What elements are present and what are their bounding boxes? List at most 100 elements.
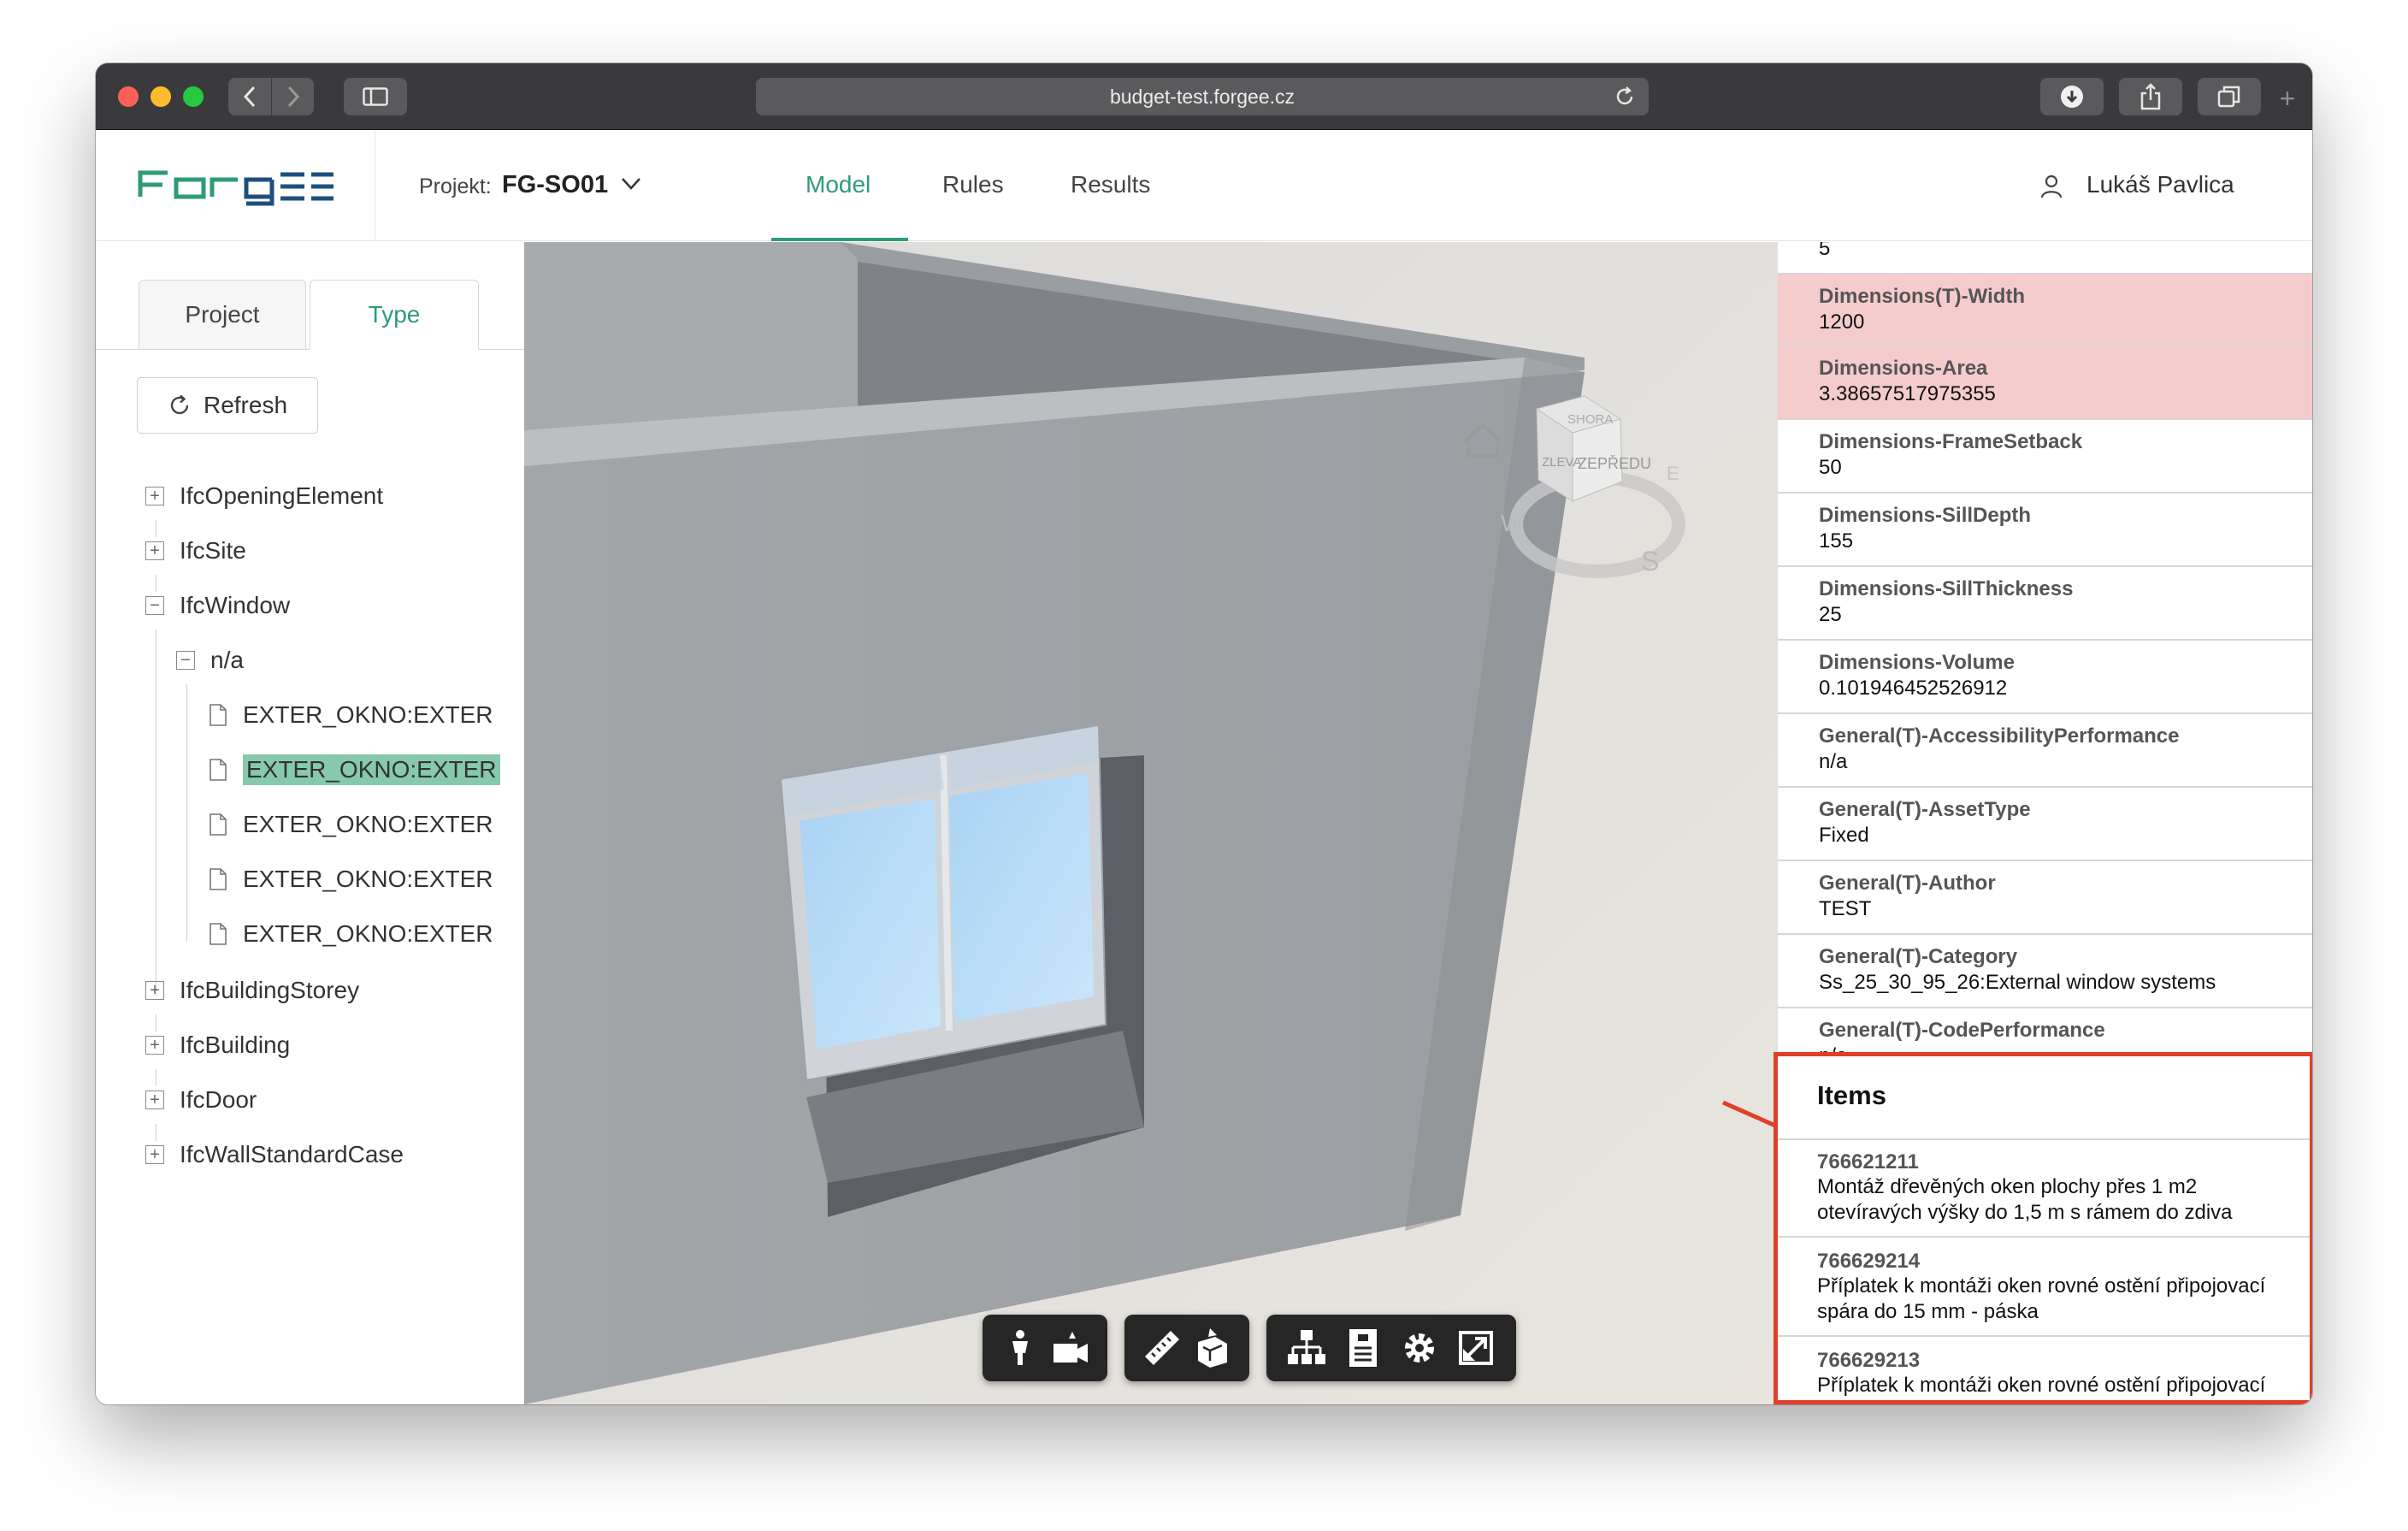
chevron-left-icon <box>243 86 256 108</box>
section-button[interactable] <box>1189 1325 1236 1371</box>
nav-tab-model[interactable]: Model <box>806 171 871 198</box>
tree-node-ifcopeningelement[interactable]: + IfcOpeningElement <box>145 477 383 515</box>
fullscreen-icon <box>1459 1331 1493 1365</box>
close-window-button[interactable] <box>118 86 139 107</box>
nav-tab-rules[interactable]: Rules <box>942 171 1004 198</box>
view-cube-top-label: SHORA <box>1567 412 1613 427</box>
property-value: n/a <box>1819 750 1848 773</box>
property-row-area: Dimensions-Area 3.38657517975355 <box>1778 346 2312 420</box>
share-button[interactable] <box>2119 78 2182 115</box>
model-browser-button[interactable] <box>1284 1325 1330 1371</box>
zoom-window-button[interactable] <box>183 86 204 107</box>
properties-icon <box>1349 1329 1377 1367</box>
tree-node-label: IfcBuilding <box>180 1032 291 1058</box>
tree-node-ifcbuilding[interactable]: + IfcBuilding <box>145 1026 290 1064</box>
model-browser-icon <box>1288 1330 1325 1364</box>
tree-leaf-exter-okno-5[interactable]: EXTER_OKNO:EXTER <box>209 915 493 953</box>
history-nav <box>228 78 314 115</box>
property-value: 0.101946452526912 <box>1819 677 2008 700</box>
fullscreen-button[interactable] <box>1453 1325 1499 1371</box>
refresh-icon <box>170 394 189 415</box>
address-bar[interactable]: budget-test.forgee.cz <box>756 78 1649 115</box>
forgee-logo[interactable] <box>137 168 335 211</box>
tab-project[interactable]: Project <box>139 280 306 350</box>
settings-button[interactable] <box>1396 1325 1443 1371</box>
new-tab-button[interactable]: + <box>2275 85 2300 112</box>
expand-icon[interactable]: + <box>145 541 164 560</box>
measure-button[interactable] <box>1139 1325 1185 1371</box>
sidebar-toggle-button[interactable] <box>344 78 407 115</box>
tree-leaf-exter-okno-2[interactable]: EXTER_OKNO:EXTER <box>209 751 500 789</box>
property-name: General(T)-Author <box>1819 872 1996 895</box>
property-row-sillthickness: Dimensions-SillThickness 25 <box>1778 567 2312 641</box>
item-code: 766621211 <box>1817 1150 1919 1173</box>
property-row-accessibility: General(T)-AccessibilityPerformance n/a <box>1778 714 2312 788</box>
tree-leaf-exter-okno-1[interactable]: EXTER_OKNO:EXTER <box>209 696 493 734</box>
user-menu[interactable]: Lukáš Pavlica <box>2086 171 2234 198</box>
tree-node-label: IfcWindow <box>180 592 291 618</box>
property-value: 3.38657517975355 <box>1819 382 1996 405</box>
tree-node-label: IfcOpeningElement <box>180 482 384 509</box>
tree-node-label: IfcDoor <box>180 1086 257 1113</box>
tree-node-ifcsite[interactable]: + IfcSite <box>145 532 246 570</box>
refresh-button[interactable]: Refresh <box>137 377 318 434</box>
downloads-button[interactable] <box>2040 78 2104 115</box>
camera-icon <box>1053 1332 1088 1363</box>
tab-type[interactable]: Type <box>310 280 479 350</box>
share-icon <box>2140 83 2161 110</box>
expand-icon[interactable]: + <box>145 1036 164 1055</box>
back-button[interactable] <box>228 78 271 115</box>
tree-leaf-exter-okno-3[interactable]: EXTER_OKNO:EXTER <box>209 806 493 843</box>
properties-button[interactable] <box>1340 1325 1386 1371</box>
expand-icon[interactable]: + <box>145 487 164 505</box>
property-row-framesetback: Dimensions-FrameSetback 50 <box>1778 420 2312 494</box>
view-cube-front-label: ZEPŘEDU <box>1578 455 1651 472</box>
minimize-window-button[interactable] <box>150 86 171 107</box>
tree-node-ifcwallstandardcase[interactable]: + IfcWallStandardCase <box>145 1136 404 1173</box>
items-divider <box>1778 1335 2310 1337</box>
navigation-toolbar <box>983 1315 1107 1381</box>
collapse-icon[interactable]: − <box>176 651 195 670</box>
measure-toolbar <box>1124 1315 1249 1381</box>
person-icon <box>1012 1330 1028 1365</box>
reload-icon[interactable] <box>1613 85 1637 109</box>
browser-titlebar: budget-test.forgee.cz + <box>96 63 2312 130</box>
property-row-author: General(T)-Author TEST <box>1778 861 2312 935</box>
camera-button[interactable] <box>1048 1325 1094 1371</box>
property-value: Fixed <box>1819 824 1869 847</box>
expand-icon[interactable]: + <box>145 1091 164 1109</box>
property-value: 1200 <box>1819 310 1865 334</box>
tree-node-na[interactable]: − n/a <box>176 641 244 679</box>
model-viewer[interactable]: SHORA ZLEVA ZEPŘEDU W S E <box>524 242 1777 1404</box>
left-panel: Project Type Refresh + IfcOpeningElement… <box>96 242 525 1404</box>
user-icon <box>2040 174 2063 198</box>
file-icon <box>210 759 227 781</box>
chevron-down-icon[interactable] <box>621 176 641 192</box>
expand-icon[interactable]: + <box>145 1145 164 1164</box>
tab-overview-button[interactable] <box>2198 78 2261 115</box>
tree-node-label: n/a <box>210 647 244 673</box>
tree-node-label: IfcBuildingStorey <box>180 977 360 1003</box>
item-code: 766629213 <box>1817 1349 1921 1372</box>
compass-east-label: E <box>1667 463 1679 484</box>
tree-node-ifcwindow[interactable]: − IfcWindow <box>145 587 290 624</box>
tree-node-ifcdoor[interactable]: + IfcDoor <box>145 1081 257 1119</box>
expand-icon[interactable]: + <box>145 981 164 1000</box>
sidebar-icon <box>363 87 388 106</box>
model-scene[interactable]: SHORA ZLEVA ZEPŘEDU W S E <box>524 242 1777 1404</box>
nav-tab-results[interactable]: Results <box>1071 171 1150 198</box>
project-selector[interactable]: FG-SO01 <box>502 171 608 199</box>
tree-leaf-exter-okno-4[interactable]: EXTER_OKNO:EXTER <box>209 860 493 898</box>
property-row-silldepth: Dimensions-SillDepth 155 <box>1778 494 2312 567</box>
property-value: 50 <box>1819 456 1842 479</box>
property-name: Dimensions-FrameSetback <box>1819 430 2083 453</box>
forward-button[interactable] <box>271 78 314 115</box>
window-object[interactable] <box>779 724 1107 1082</box>
first-person-button[interactable] <box>997 1325 1043 1371</box>
property-name: General(T)-CodePerformance <box>1819 1019 2105 1042</box>
property-name: Dimensions-SillDepth <box>1819 504 2032 527</box>
tree-node-ifcbuildingstorey[interactable]: + IfcBuildingStorey <box>145 972 359 1009</box>
property-row-assettype: General(T)-AssetType Fixed <box>1778 788 2312 861</box>
property-value: TEST <box>1819 897 1872 920</box>
collapse-icon[interactable]: − <box>145 596 164 615</box>
